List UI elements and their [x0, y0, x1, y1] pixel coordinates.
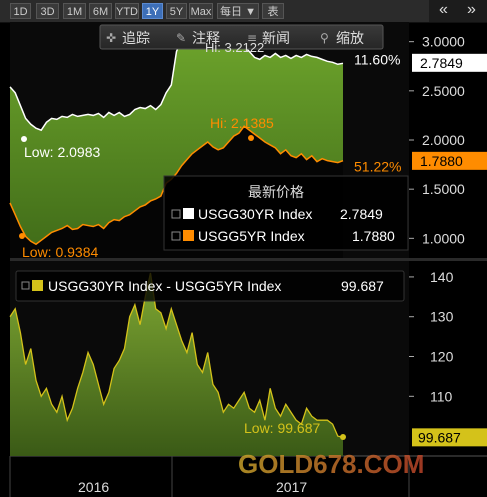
upper-y-tick-label: 2.5000 — [422, 83, 465, 99]
zoom-button[interactable]: ⚲ 缩放 — [320, 30, 364, 46]
legend-name-5yr: USGG5YR Index — [198, 228, 305, 244]
annotation-30yr-high: Hi: 3.2122 — [205, 40, 264, 55]
marker-spread-low — [340, 434, 346, 440]
legend-title: 最新价格 — [248, 184, 304, 200]
last-value-5yr: 1.7880 — [412, 151, 487, 170]
marker-5yr-low — [19, 233, 25, 239]
lower-y-tick-label: 120 — [430, 349, 454, 365]
marker-5yr-high — [248, 135, 254, 141]
lower-legend-swatch — [32, 280, 43, 291]
range-max-button[interactable]: Max — [189, 3, 213, 19]
last-value-30yr: 2.7849 — [412, 53, 487, 72]
range-5y-button[interactable]: 5Y — [166, 3, 187, 19]
lower-y-tick-label: 110 — [430, 388, 453, 404]
magnifier-icon: ⚲ — [320, 31, 329, 45]
upper-y-tick-label: 3.0000 — [422, 34, 465, 50]
x-label-2016: 2016 — [78, 479, 109, 495]
nav-controls: « » — [429, 0, 487, 22]
zoom-label: 缩放 — [336, 30, 364, 46]
annotation-spread-low: Low: 99.687 — [244, 420, 320, 436]
upper-y-tick-label: 1.0000 — [422, 230, 465, 246]
legend-name-30yr: USGG30YR Index — [198, 206, 312, 222]
last-value-spread-text: 99.687 — [418, 429, 461, 445]
chart: 3.0000 2.5000 2.0000 1.5000 1.0000 140 130 120… — [9, 22, 487, 497]
legend-swatch-5yr — [183, 230, 194, 241]
annotation-5yr-low: Low: 0.9384 — [22, 244, 98, 260]
range-1m-button[interactable]: 1M — [63, 3, 86, 19]
marker-30yr-low — [21, 136, 27, 142]
range-1d-button[interactable]: 1D — [10, 3, 31, 19]
last-value-30yr-text: 2.7849 — [420, 55, 463, 71]
crosshair-icon: ✜ — [106, 31, 116, 45]
lower-y-tick-label: 140 — [430, 269, 454, 285]
range-3d-button[interactable]: 3D — [36, 3, 59, 19]
change-label-30yr: 11.60% — [354, 51, 400, 67]
x-label-2017: 2017 — [276, 479, 307, 495]
last-value-spread: 99.687 — [412, 428, 487, 447]
range-1y-button[interactable]: 1Y — [142, 3, 163, 19]
lower-y-tick-label: 130 — [430, 309, 454, 325]
legend-value-30yr: 2.7849 — [340, 206, 383, 222]
pencil-icon: ✎ — [176, 31, 186, 45]
table-button[interactable]: 表 — [262, 3, 284, 19]
range-ytd-button[interactable]: YTD — [115, 3, 139, 19]
legend-swatch-30yr — [183, 208, 194, 219]
lower-legend-value: 99.687 — [341, 278, 384, 294]
range-6m-button[interactable]: 6M — [89, 3, 112, 19]
track-button[interactable]: ✜ 追踪 — [106, 30, 150, 46]
track-label: 追踪 — [122, 30, 150, 46]
upper-legend: 最新价格 USGG30YR Index 2.7849 USGG5YR Index… — [163, 175, 409, 251]
upper-y-tick-label: 2.0000 — [422, 132, 465, 148]
lower-y-axis: 140 130 120 110 — [409, 269, 454, 404]
lower-legend-name: USGG30YR Index - USGG5YR Index — [48, 278, 281, 294]
nav-prev-icon[interactable]: « — [439, 1, 448, 19]
frequency-select[interactable]: 每日 ▼ — [217, 3, 259, 19]
toolbar: 1D 3D 1M 6M YTD 1Y 5Y Max 每日 ▼ 表 « » — [0, 0, 487, 23]
last-value-5yr-text: 1.7880 — [420, 153, 463, 169]
lower-legend: USGG30YR Index - USGG5YR Index 99.687 — [15, 270, 405, 302]
annotation-5yr-high: Hi: 2.1385 — [210, 115, 274, 131]
annotation-30yr-low: Low: 2.0983 — [24, 144, 100, 160]
nav-next-icon[interactable]: » — [467, 1, 476, 19]
change-label-5yr: 51.22% — [354, 159, 401, 175]
news-label: 新闻 — [262, 30, 290, 46]
legend-value-5yr: 1.7880 — [352, 228, 395, 244]
upper-y-tick-label: 1.5000 — [422, 181, 465, 197]
watermark: GOLD678.COM — [238, 449, 424, 479]
